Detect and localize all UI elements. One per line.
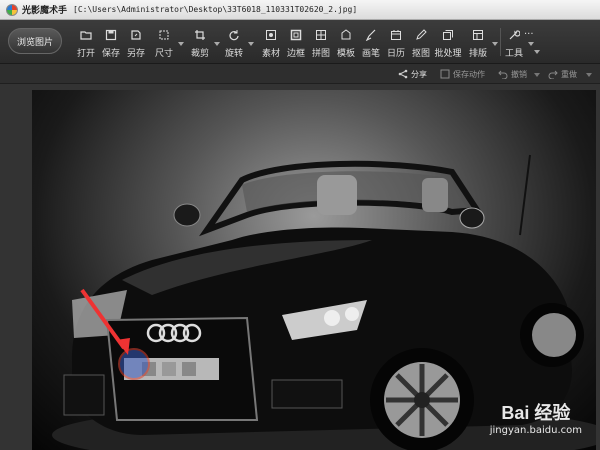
tools-label: 工具 xyxy=(504,49,523,59)
cutout-label: 抠图 xyxy=(411,49,430,59)
rotate-dropdown-icon[interactable] xyxy=(248,40,254,46)
undo-icon xyxy=(498,70,508,79)
collage-label: 拼图 xyxy=(311,49,330,59)
layout-dropdown-icon[interactable] xyxy=(492,40,498,46)
template-button[interactable]: 模板 xyxy=(332,24,360,60)
rotate-icon xyxy=(227,28,241,42)
action-bar: 分享 保存动作 撤销 重做 xyxy=(0,64,600,84)
layout-label: 排版 xyxy=(468,49,487,59)
crop-label: 裁剪 xyxy=(190,49,209,59)
material-icon xyxy=(264,28,278,42)
undo-button[interactable]: 撤销 xyxy=(498,67,527,81)
undo-dropdown-icon[interactable] xyxy=(534,71,540,77)
collage-button[interactable]: 拼图 xyxy=(307,24,335,60)
calendar-button[interactable]: 日历 xyxy=(382,24,410,60)
save-action-icon xyxy=(440,69,450,79)
resize-button[interactable]: 尺寸 xyxy=(150,24,178,60)
layout-icon xyxy=(471,28,485,42)
redo-label: 重做 xyxy=(561,69,577,79)
baidu-watermark: Bai 经验 jingyan.baidu.com xyxy=(490,399,582,436)
crop-button[interactable]: 裁剪 xyxy=(186,24,214,60)
brush-label: 画笔 xyxy=(361,49,380,59)
save-icon xyxy=(104,28,118,42)
share-label: 分享 xyxy=(411,69,427,79)
file-path: [C:\Users\Administrator\Desktop\33T6018_… xyxy=(73,5,358,14)
batch-button[interactable]: 批处理 xyxy=(434,24,462,60)
share-button[interactable]: 分享 xyxy=(398,67,427,81)
redo-icon xyxy=(548,70,558,79)
tools-dropdown-icon[interactable] xyxy=(528,40,534,46)
share-icon xyxy=(398,69,408,79)
save-as-button[interactable]: 另存 xyxy=(122,24,150,60)
tools-icon xyxy=(507,28,521,42)
car-photo: Bai 经验 jingyan.baidu.com xyxy=(32,90,596,450)
frame-label: 边框 xyxy=(286,49,305,59)
save-as-icon xyxy=(129,28,143,42)
resize-icon xyxy=(157,28,171,42)
calendar-label: 日历 xyxy=(386,49,405,59)
open-icon xyxy=(79,28,93,42)
redo-button[interactable]: 重做 xyxy=(548,67,577,81)
frame-icon xyxy=(289,28,303,42)
collage-icon xyxy=(314,28,328,42)
open-label: 打开 xyxy=(76,49,95,59)
batch-label: 批处理 xyxy=(434,49,462,59)
batch-icon xyxy=(441,28,455,42)
frame-button[interactable]: 边框 xyxy=(282,24,310,60)
undo-label: 撤销 xyxy=(511,69,527,79)
crop-icon xyxy=(193,28,207,42)
image-canvas[interactable]: Bai 经验 jingyan.baidu.com xyxy=(0,84,600,450)
main-toolbar: 浏览图片 打开 保存 另存 尺寸 裁剪 旋转 素材 边框 拼图 模板 画笔 日历… xyxy=(0,20,600,64)
brush-icon xyxy=(364,28,378,42)
brush-button[interactable]: 画笔 xyxy=(357,24,385,60)
save-label: 保存 xyxy=(101,49,120,59)
template-icon xyxy=(339,28,353,42)
rotate-button[interactable]: 旋转 xyxy=(220,24,248,60)
template-label: 模板 xyxy=(336,49,355,59)
more-dropdown-icon[interactable] xyxy=(534,48,540,54)
app-name: 光影魔术手 xyxy=(22,6,68,16)
title-bar: 光影魔术手 [C:\Users\Administrator\Desktop\33… xyxy=(0,0,600,20)
resize-label: 尺寸 xyxy=(154,49,173,59)
save-button[interactable]: 保存 xyxy=(97,24,125,60)
car-illustration xyxy=(52,154,596,450)
material-label: 素材 xyxy=(261,49,280,59)
more-button[interactable]: ... xyxy=(524,26,534,37)
watermark-main: Bai 经验 xyxy=(501,403,571,423)
save-action-label: 保存动作 xyxy=(453,69,485,79)
app-logo-icon xyxy=(6,3,18,16)
watermark-url: jingyan.baidu.com xyxy=(489,425,582,436)
cutout-button[interactable]: 抠图 xyxy=(407,24,435,60)
open-button[interactable]: 打开 xyxy=(72,24,100,60)
redo-dropdown-icon[interactable] xyxy=(586,71,592,77)
browse-images-button[interactable]: 浏览图片 xyxy=(8,28,62,54)
material-button[interactable]: 素材 xyxy=(257,24,285,60)
save-action-button[interactable]: 保存动作 xyxy=(440,67,485,81)
calendar-icon xyxy=(389,28,403,42)
save-as-label: 另存 xyxy=(126,49,145,59)
resize-dropdown-icon[interactable] xyxy=(178,40,184,46)
layout-button[interactable]: 排版 xyxy=(464,24,492,60)
rotate-label: 旋转 xyxy=(224,49,243,59)
cutout-icon xyxy=(414,28,428,42)
